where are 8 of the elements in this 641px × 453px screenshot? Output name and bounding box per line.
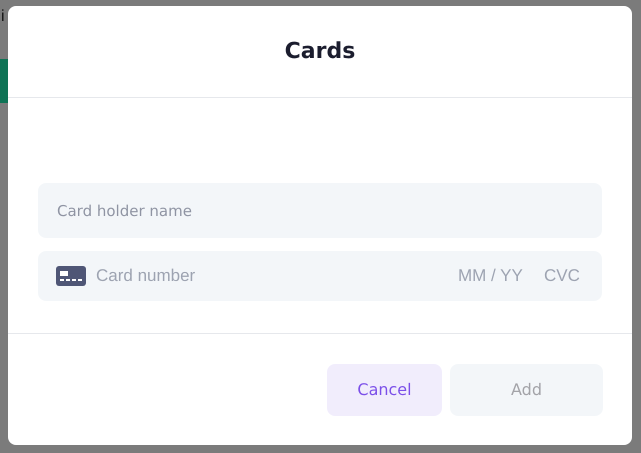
background-text: i [1,8,5,26]
expiry-input[interactable]: MM / YY [458,266,534,286]
name-field[interactable]: Card holder name [38,183,602,238]
card-number-input[interactable]: Card number [96,266,448,286]
dialog-title: Cards [284,39,356,64]
credit-card-icon [56,266,86,286]
cvc-input[interactable]: CVC [544,266,584,286]
cancel-button[interactable]: Cancel [327,364,442,416]
